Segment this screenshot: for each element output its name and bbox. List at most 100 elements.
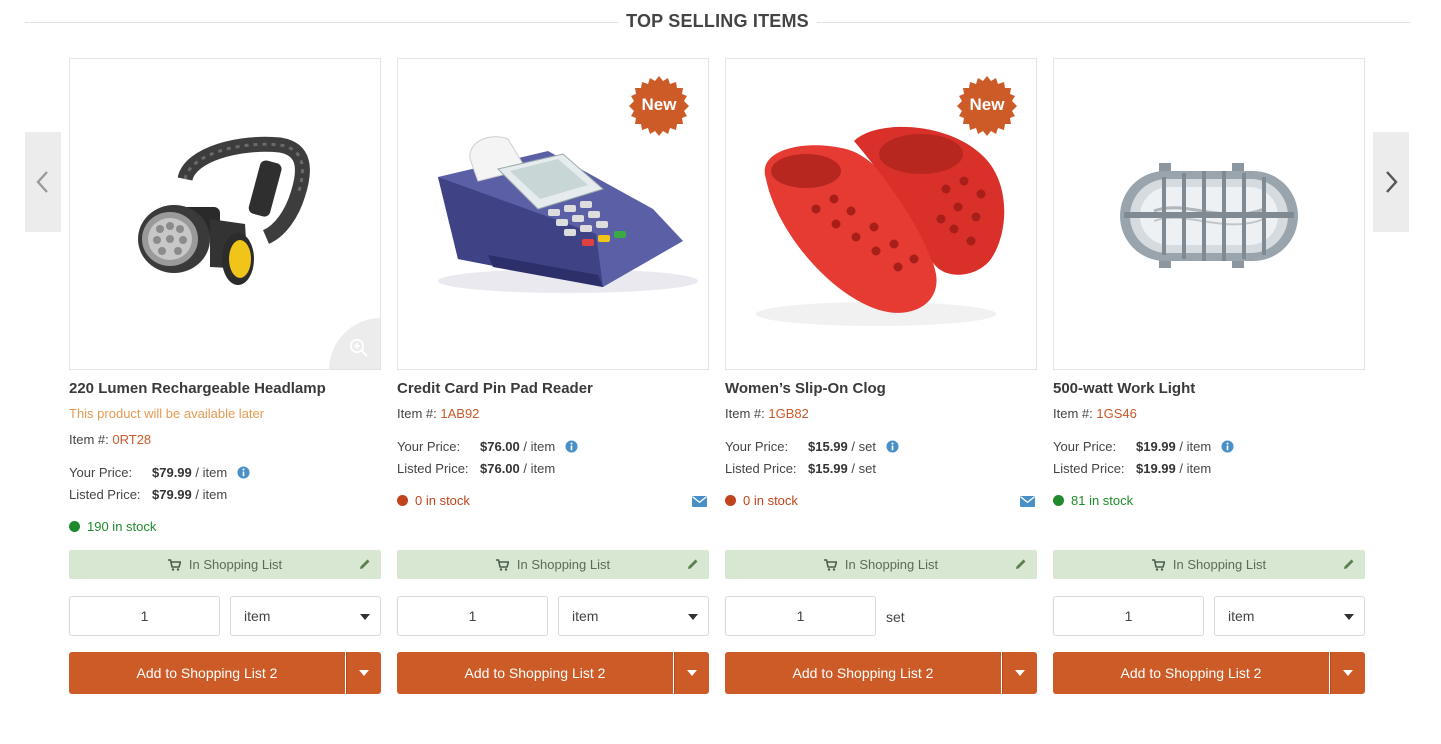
item-number-code: 0RT28 [112, 432, 152, 447]
pencil-icon[interactable] [687, 558, 699, 570]
unit-select[interactable]: item [230, 596, 381, 636]
listed-price-label: Listed Price: [1053, 461, 1125, 476]
stock-dot-icon [725, 495, 736, 506]
envelope-icon[interactable] [1020, 496, 1035, 507]
new-badge-label: New [969, 95, 1005, 114]
quantity-input[interactable] [69, 596, 220, 636]
your-price-label: Your Price: [725, 439, 789, 454]
add-to-shopping-list-button[interactable]: Add to Shopping List 2 [397, 652, 673, 694]
info-icon[interactable] [237, 466, 250, 479]
item-number-label: Item #: [725, 406, 765, 421]
stock-status: 190 in stock [69, 519, 156, 534]
pencil-icon[interactable] [1343, 558, 1355, 570]
product-image-link[interactable] [1053, 58, 1365, 370]
availability-note: This product will be available later [69, 406, 265, 421]
chevron-right-icon [1386, 171, 1398, 193]
add-options-dropdown-toggle[interactable] [1330, 652, 1365, 694]
info-icon[interactable] [886, 440, 899, 453]
add-to-shopping-list-button[interactable]: Add to Shopping List 2 [725, 652, 1001, 694]
product-name[interactable]: 220 Lumen Rechargeable Headlamp [69, 380, 326, 397]
cart-icon [167, 558, 181, 571]
item-number-code: 1GB82 [768, 406, 809, 421]
cart-icon [823, 558, 837, 571]
in-shopping-list-bar[interactable]: In Shopping List [69, 550, 381, 579]
listed-price-label: Listed Price: [69, 487, 141, 502]
listed-price-unit: / set [847, 461, 876, 476]
in-shopping-list-bar[interactable]: In Shopping List [397, 550, 709, 579]
unit-label: set [886, 609, 905, 625]
product-image-link[interactable] [69, 58, 381, 370]
pencil-icon[interactable] [1015, 558, 1027, 570]
new-badge: New [957, 76, 1017, 136]
listed-price-row: Listed Price: $76.00 / item [397, 461, 555, 476]
envelope-icon[interactable] [692, 496, 707, 507]
caret-down-icon [359, 670, 369, 676]
listed-price-row: Listed Price: $15.99 / set [725, 461, 876, 476]
your-price-label: Your Price: [1053, 439, 1117, 454]
carousel-next-button[interactable] [1373, 132, 1409, 232]
unit-select-value: item [1228, 608, 1255, 624]
caret-down-icon [1015, 670, 1025, 676]
product-name[interactable]: 500-watt Work Light [1053, 380, 1195, 397]
item-number: Item #: 1GB82 [725, 406, 809, 421]
cart-icon [1151, 558, 1165, 571]
carousel-prev-button[interactable] [25, 132, 61, 232]
chevron-left-icon [36, 171, 48, 193]
item-number-code: 1GS46 [1096, 406, 1137, 421]
add-options-dropdown-toggle[interactable] [346, 652, 381, 694]
in-shopping-list-bar[interactable]: In Shopping List [1053, 550, 1365, 579]
caret-down-icon [687, 670, 697, 676]
quantity-input[interactable] [397, 596, 548, 636]
your-price-label: Your Price: [69, 465, 133, 480]
quantity-input[interactable] [1053, 596, 1204, 636]
unit-select[interactable]: item [558, 596, 709, 636]
your-price-unit: / item [519, 439, 556, 454]
product-card: New Credit Card Pin Pad Reader Item #: 1… [397, 58, 709, 694]
item-number: Item #: 1GS46 [1053, 406, 1137, 421]
caret-down-icon [360, 614, 370, 620]
your-price-value: $15.99 [808, 439, 848, 454]
listed-price-unit: / item [191, 487, 228, 502]
your-price-label: Your Price: [397, 439, 461, 454]
stock-status: 0 in stock [397, 493, 470, 508]
stock-text: 81 in stock [1071, 493, 1134, 508]
in-shopping-list-label: In Shopping List [516, 557, 611, 572]
unit-select[interactable]: item [1214, 596, 1365, 636]
info-icon[interactable] [1221, 440, 1234, 453]
product-name[interactable]: Women’s Slip-On Clog [725, 380, 886, 397]
info-icon[interactable] [565, 440, 578, 453]
add-to-shopping-list-button[interactable]: Add to Shopping List 2 [1053, 652, 1329, 694]
caret-down-icon [688, 614, 698, 620]
product-image-link[interactable]: New [397, 58, 709, 370]
add-options-dropdown-toggle[interactable] [1002, 652, 1037, 694]
add-options-dropdown-toggle[interactable] [674, 652, 709, 694]
stock-status: 81 in stock [1053, 493, 1133, 508]
product-card: 500-watt Work Light Item #: 1GS46 Your P… [1053, 58, 1365, 694]
product-card: New Women’s Slip-On Clog Item #: 1GB82 Y… [725, 58, 1037, 694]
listed-price-row: Listed Price: $79.99 / item [69, 487, 227, 502]
product-name[interactable]: Credit Card Pin Pad Reader [397, 380, 593, 397]
in-shopping-list-bar[interactable]: In Shopping List [725, 550, 1037, 579]
add-to-shopping-list-button[interactable]: Add to Shopping List 2 [69, 652, 345, 694]
listed-price-label: Listed Price: [725, 461, 797, 476]
in-shopping-list-label: In Shopping List [844, 557, 939, 572]
new-badge-label: New [641, 95, 677, 114]
caret-down-icon [1344, 614, 1354, 620]
work-light-image [1120, 163, 1298, 268]
your-price-value: $76.00 [480, 439, 520, 454]
pencil-icon[interactable] [359, 558, 371, 570]
headlamp-image [138, 136, 310, 285]
zoom-in-icon [349, 338, 368, 357]
stock-dot-icon [1053, 495, 1064, 506]
your-price-row: Your Price: $19.99 / item [1053, 439, 1234, 454]
listed-price-row: Listed Price: $19.99 / item [1053, 461, 1211, 476]
item-number: Item #: 1AB92 [397, 406, 479, 421]
product-image-link[interactable]: New [725, 58, 1037, 370]
your-price-row: Your Price: $76.00 / item [397, 439, 578, 454]
header-divider-right [817, 22, 1410, 23]
stock-text: 190 in stock [87, 519, 157, 534]
your-price-row: Your Price: $79.99 / item [69, 465, 250, 480]
item-number-label: Item #: [69, 432, 109, 447]
new-badge: New [629, 76, 689, 136]
quantity-input[interactable] [725, 596, 876, 636]
